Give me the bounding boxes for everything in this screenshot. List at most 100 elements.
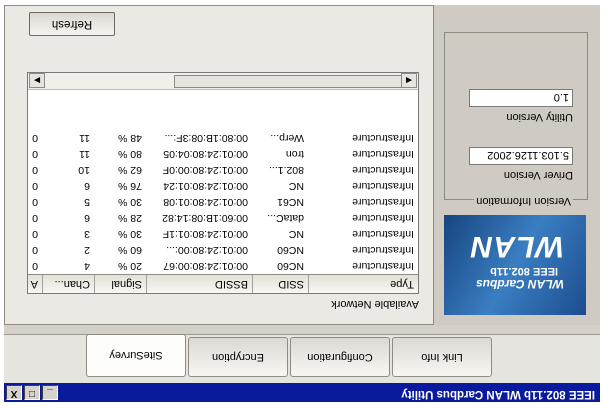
site-survey-panel: Available Network Type SSID BSSID Signal… <box>4 5 434 325</box>
column-ssid[interactable]: SSID <box>252 275 308 293</box>
close-icon[interactable]: X <box>6 385 22 400</box>
version-information-group: Version Information Driver Version 5.103… <box>444 32 588 207</box>
cell-ssid: NC60 <box>277 260 304 272</box>
cell-type: Infrastructure <box>352 244 414 256</box>
cell-type: Infrastructure <box>352 212 414 224</box>
tab-site-survey[interactable]: SiteSurvey <box>86 334 186 377</box>
info-panel: WLAN IEEE 802.11b WLAN Cardbus Version I… <box>434 5 600 325</box>
driver-version-field: 5.103.1126.2002 <box>469 147 573 165</box>
cell-signal: 30 % <box>118 228 142 240</box>
horizontal-scrollbar[interactable]: ◀ ▶ <box>28 73 418 90</box>
table-row[interactable]: Infrastructure Werp... 00:80:1B:08:3F:... 4… <box>27 130 418 146</box>
cell-bssid: 00:80:1B:08:3F:... <box>164 132 248 144</box>
cell-ssid: tron <box>285 148 304 160</box>
utility-version-field: 1.0 <box>469 89 573 107</box>
tab-link-info[interactable]: Link Info <box>392 337 492 377</box>
scroll-right-icon[interactable]: ▶ <box>29 73 45 88</box>
cell-channel: 3 <box>84 228 90 240</box>
cell-type: Infrastructure <box>352 132 414 144</box>
cell-a: 0 <box>32 260 38 272</box>
cell-signal: 62 % <box>118 164 142 176</box>
table-row[interactable]: Infrastructure NC60 00:01:24:80:00:... 60 %… <box>27 242 418 258</box>
column-signal[interactable]: Signal <box>94 275 146 293</box>
column-bssid[interactable]: BSSID <box>146 275 252 293</box>
cell-bssid: 00:01:24:80:01:1F <box>162 228 248 240</box>
cell-signal: 48 % <box>118 132 142 144</box>
maximize-icon[interactable]: □ <box>24 385 40 400</box>
cell-ssid: dataC... <box>267 212 304 224</box>
column-a[interactable]: A <box>27 275 42 293</box>
cell-signal: 28 % <box>118 212 142 224</box>
cell-bssid: 00:60:1B:08:14:82 <box>162 212 248 224</box>
cell-bssid: 00:01:24:80:00:0F <box>162 164 248 176</box>
cell-signal: 76 % <box>118 180 142 192</box>
cell-channel: 11 <box>79 148 90 160</box>
column-type[interactable]: Type <box>308 275 418 293</box>
cell-ssid: NC <box>288 180 304 192</box>
minimize-icon[interactable]: _ <box>42 385 58 400</box>
window-controls: _ □ X <box>6 385 58 400</box>
logo-cardbus-text: WLAN Cardbus <box>476 277 564 291</box>
cell-ssid: NC <box>288 228 304 240</box>
network-list-header: Type SSID BSSID Signal Chan... A <box>27 274 418 293</box>
cell-bssid: 00:01:24:80:00:... <box>166 244 248 256</box>
table-row[interactable]: Infrastructure dataC... 00:60:1B:08:14:82 2… <box>27 210 418 226</box>
table-row[interactable]: Infrastructure 802.1... 00:01:24:80:00:0F 6… <box>27 162 418 178</box>
logo-ieee-text: IEEE 802.11b <box>490 265 558 277</box>
cell-type: Infrastructure <box>352 228 414 240</box>
tab-configuration[interactable]: Configuration <box>290 337 390 377</box>
cell-bssid: 00:01:24:80:00:67 <box>163 260 248 272</box>
cell-a: 0 <box>32 132 38 144</box>
cell-channel: 6 <box>84 212 90 224</box>
cell-type: Infrastructure <box>352 180 414 192</box>
cell-bssid: 00:01:24:80:01:24 <box>163 180 248 192</box>
tab-encryption[interactable]: Encryption <box>188 337 288 377</box>
cell-a: 0 <box>32 148 38 160</box>
cell-type: Infrastructure <box>352 148 414 160</box>
client-area: Link Info Configuration Encryption SiteS… <box>4 5 600 383</box>
cell-type: Infrastructure <box>352 260 414 272</box>
available-network-label: Available Network <box>331 298 419 310</box>
refresh-button[interactable]: Refresh <box>29 12 115 36</box>
wlan-logo: WLAN IEEE 802.11b WLAN Cardbus <box>444 215 586 315</box>
cell-ssid: NC61 <box>277 196 304 208</box>
window-title: IEEE 802.11b WLAN Cardbus Utility <box>401 388 595 400</box>
cell-signal: 30 % <box>118 196 142 208</box>
scroll-left-icon[interactable]: ◀ <box>401 73 417 88</box>
cell-a: 0 <box>32 212 38 224</box>
version-group-label: Version Information <box>474 195 573 207</box>
cell-channel: 5 <box>84 196 90 208</box>
cell-a: 0 <box>32 180 38 192</box>
cell-ssid: NC60 <box>277 244 304 256</box>
scroll-thumb[interactable] <box>174 75 402 88</box>
cell-signal: 80 % <box>118 148 142 160</box>
utility-version-label: Utility Version <box>506 111 573 123</box>
cell-type: Infrastructure <box>352 164 414 176</box>
driver-version-label: Driver Version <box>503 169 573 181</box>
cell-ssid: Werp... <box>270 132 304 144</box>
cell-channel: 4 <box>84 260 90 272</box>
cell-a: 0 <box>32 244 38 256</box>
cell-signal: 20 % <box>118 260 142 272</box>
tab-strip: Link Info Configuration Encryption SiteS… <box>4 334 600 383</box>
table-row[interactable]: Infrastructure NC61 00:01:24:80:01:08 30 % 5… <box>27 194 418 210</box>
cell-type: Infrastructure <box>352 196 414 208</box>
column-channel[interactable]: Chan... <box>42 275 94 293</box>
cell-a: 0 <box>32 228 38 240</box>
cell-channel: 10 <box>78 164 90 176</box>
table-row[interactable]: Infrastructure NC 00:01:24:80:01:24 76 % 6 0 <box>27 178 418 194</box>
table-row[interactable]: Infrastructure NC 00:01:24:80:01:1F 30 % 3 0 <box>27 226 418 242</box>
cell-a: 0 <box>32 196 38 208</box>
cell-channel: 6 <box>84 180 90 192</box>
cell-signal: 60 % <box>118 244 142 256</box>
table-row[interactable]: Infrastructure NC60 00:01:24:80:00:67 20 % 4… <box>27 258 418 274</box>
utility-window: IEEE 802.11b WLAN Cardbus Utility _ □ X … <box>0 0 606 409</box>
network-list[interactable]: Type SSID BSSID Signal Chan... A Infrast… <box>27 72 419 294</box>
cell-bssid: 00:01:24:80:01:08 <box>163 196 248 208</box>
cell-a: 0 <box>32 164 38 176</box>
cell-ssid: 802.1... <box>268 164 304 176</box>
tab-bar: Link Info Configuration Encryption SiteS… <box>86 334 492 377</box>
table-row[interactable]: Infrastructure tron 00:01:24:80:04:05 80 % 1… <box>27 146 418 162</box>
cell-channel: 2 <box>84 244 90 256</box>
cell-bssid: 00:01:24:80:04:05 <box>163 148 248 160</box>
